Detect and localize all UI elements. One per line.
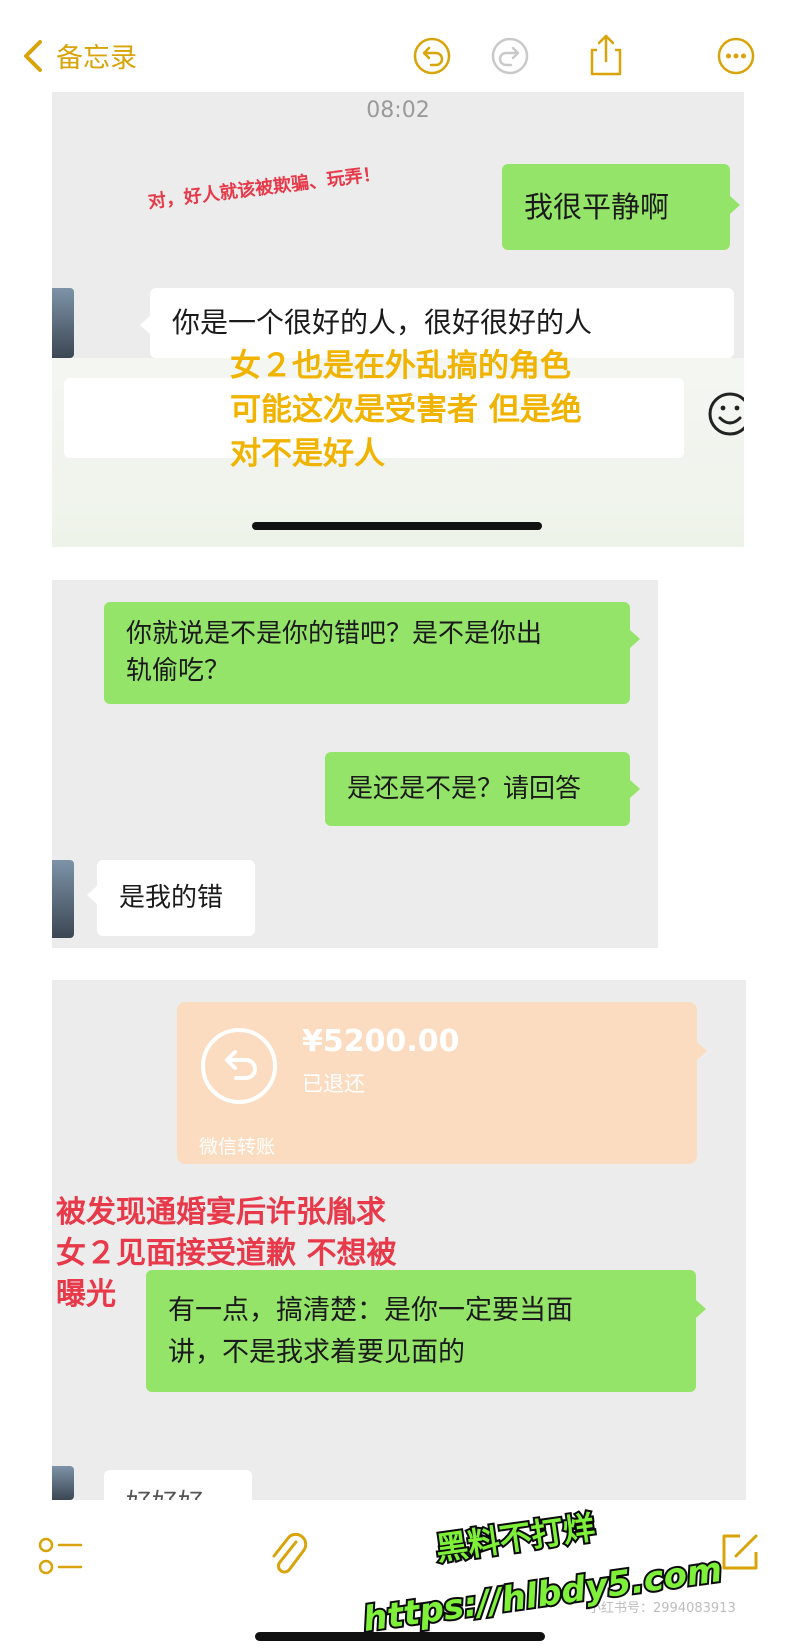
transfer-card[interactable]: ¥5200.00 已退还 微信转账 bbox=[177, 1002, 697, 1164]
received-message-bubble: 是我的错 bbox=[97, 860, 255, 936]
avatar bbox=[52, 288, 74, 358]
received-message-bubble: 好好好 bbox=[104, 1470, 252, 1500]
notes-toolbar: 备忘录 bbox=[0, 0, 800, 92]
bubble-tail bbox=[697, 1042, 707, 1060]
message-text: 你就说是不是你的错吧？是不是你出 bbox=[126, 619, 543, 649]
red-annotation: 被发现通婚宴后许张胤求 女２见面接受道歉 不想被 曝光 bbox=[56, 1192, 396, 1315]
avatar bbox=[52, 860, 74, 938]
emoji-icon[interactable] bbox=[702, 386, 744, 442]
transfer-amount: ¥5200.00 bbox=[302, 1024, 460, 1059]
message-timestamp: 08:02 bbox=[366, 98, 430, 123]
share-icon[interactable] bbox=[586, 32, 626, 78]
bubble-tail bbox=[730, 196, 740, 214]
refund-icon bbox=[201, 1028, 277, 1104]
watermark-title: 黑料不打烊 bbox=[434, 1508, 598, 1568]
site-watermark: 黑料不打烊 https://hlbdy5.com bbox=[359, 1506, 727, 1640]
message-text: 是还是不是？请回答 bbox=[347, 774, 582, 804]
annotation-line: 女２也是在外乱搞的角色 bbox=[230, 348, 571, 384]
bubble-tail bbox=[87, 886, 97, 904]
avatar bbox=[52, 1466, 74, 1500]
transfer-footer: 微信转账 bbox=[199, 1136, 276, 1158]
annotation-line: 曝光 bbox=[56, 1277, 116, 1312]
sent-message-bubble: 是还是不是？请回答 bbox=[325, 752, 630, 826]
annotation-line: 对不是好人 bbox=[230, 436, 385, 472]
message-text: 我很平静啊 bbox=[524, 190, 670, 224]
checklist-icon[interactable] bbox=[38, 1534, 84, 1578]
chevron-left-icon bbox=[24, 39, 42, 72]
undo-icon[interactable] bbox=[412, 36, 452, 76]
home-indicator bbox=[255, 1632, 545, 1641]
message-text: 好好好 bbox=[126, 1489, 204, 1500]
annotation-line: 可能这次是受害者 但是绝 bbox=[230, 392, 582, 428]
annotation-line: 女２见面接受道歉 不想被 bbox=[56, 1236, 397, 1271]
home-indicator bbox=[252, 522, 542, 530]
back-button[interactable]: 备忘录 bbox=[20, 36, 137, 75]
watermark-url: https://hlbdy5.com bbox=[361, 1550, 725, 1640]
yellow-annotation: 女２也是在外乱搞的角色 可能这次是受害者 但是绝 对不是好人 bbox=[230, 344, 582, 476]
bubble-tail bbox=[696, 1300, 706, 1318]
back-label: 备忘录 bbox=[56, 43, 137, 74]
bubble-tail bbox=[140, 316, 150, 334]
redo-icon[interactable] bbox=[490, 36, 530, 76]
message-text: 你是一个很好的人，很好很好的人 bbox=[172, 306, 593, 339]
more-icon[interactable] bbox=[716, 36, 756, 76]
sent-message-bubble: 我很平静啊 bbox=[502, 164, 730, 250]
bubble-tail bbox=[630, 780, 640, 798]
red-annotation: 对，好人就该被欺骗、玩弄！ bbox=[146, 163, 382, 213]
message-text: 讲，不是我求着要见面的 bbox=[168, 1337, 465, 1368]
chat-screenshot-1: 08:02 对，好人就该被欺骗、玩弄！ 我很平静啊 你是一个很好的人，很好很好的… bbox=[52, 92, 744, 547]
paperclip-icon[interactable] bbox=[266, 1528, 310, 1580]
annotation-line: 被发现通婚宴后许张胤求 bbox=[56, 1195, 386, 1230]
message-text: 是我的错 bbox=[119, 883, 224, 913]
chat-screenshot-2: 你就说是不是你的错吧？是不是你出 轨偷吃？ 是还是不是？请回答 是我的错 bbox=[52, 580, 658, 948]
sent-message-bubble: 你就说是不是你的错吧？是不是你出 轨偷吃？ bbox=[104, 602, 630, 704]
message-text: 轨偷吃？ bbox=[126, 656, 231, 686]
transfer-status: 已退还 bbox=[302, 1072, 365, 1096]
bubble-tail bbox=[630, 630, 640, 648]
